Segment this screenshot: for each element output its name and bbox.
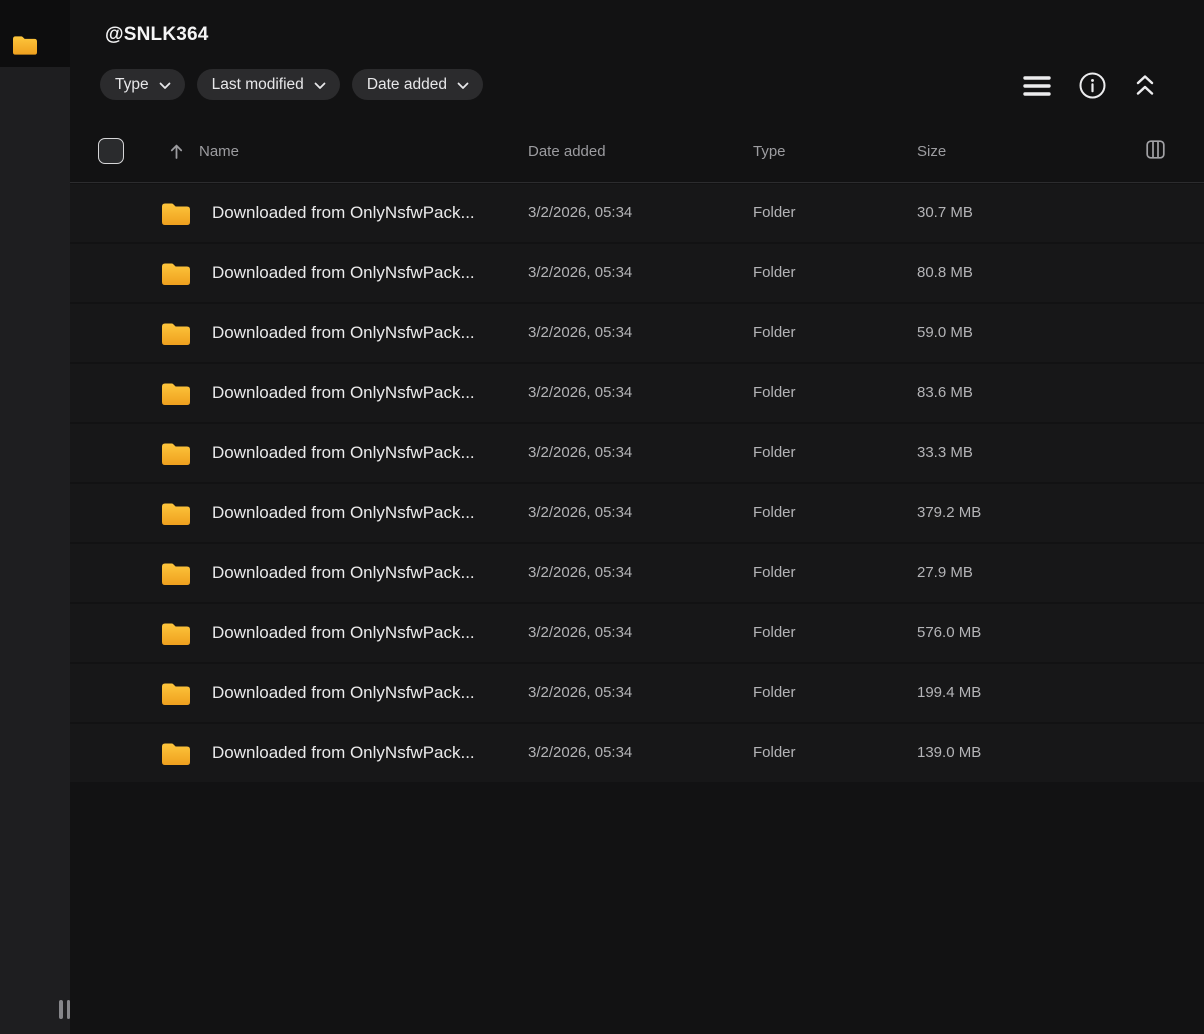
folder-icon	[162, 561, 190, 585]
file-type: Folder	[753, 744, 796, 761]
file-date-added: 3/2/2026, 05:34	[528, 564, 633, 581]
file-type: Folder	[753, 444, 796, 461]
header-actions	[1021, 70, 1158, 101]
file-date-added: 3/2/2026, 05:34	[528, 744, 633, 761]
file-name: Downloaded from OnlyNsfwPack...	[212, 383, 475, 402]
file-name: Downloaded from OnlyNsfwPack...	[212, 503, 475, 522]
file-row[interactable]: Downloaded from OnlyNsfwPack... 3/2/2026…	[70, 544, 1204, 602]
file-row[interactable]: Downloaded from OnlyNsfwPack... 3/2/2026…	[70, 184, 1204, 242]
file-row[interactable]: Downloaded from OnlyNsfwPack... 3/2/2026…	[70, 664, 1204, 722]
file-row[interactable]: Downloaded from OnlyNsfwPack... 3/2/2026…	[70, 304, 1204, 362]
chevron-down-icon	[314, 82, 326, 89]
main-content: @SNLK364 Type Last modified Date added N…	[70, 0, 1204, 1034]
arrow-up-icon	[170, 144, 183, 159]
sort-direction-button[interactable]	[167, 141, 186, 162]
folder-icon	[162, 501, 190, 525]
folder-icon	[162, 681, 190, 705]
file-date-added: 3/2/2026, 05:34	[528, 204, 633, 221]
select-all-checkbox[interactable]	[98, 138, 124, 164]
file-size: 59.0 MB	[917, 324, 973, 341]
file-type: Folder	[753, 684, 796, 701]
filter-chip-label: Type	[115, 75, 149, 93]
info-circle-icon	[1079, 72, 1106, 99]
column-header-date-added[interactable]: Date added	[528, 143, 606, 160]
file-date-added: 3/2/2026, 05:34	[528, 264, 633, 281]
file-row[interactable]: Downloaded from OnlyNsfwPack... 3/2/2026…	[70, 364, 1204, 422]
column-header-size[interactable]: Size	[917, 143, 946, 160]
info-button[interactable]	[1077, 70, 1108, 101]
file-type: Folder	[753, 384, 796, 401]
file-row[interactable]: Downloaded from OnlyNsfwPack... 3/2/2026…	[70, 424, 1204, 482]
double-chevron-up-icon	[1136, 75, 1154, 95]
folder-icon	[162, 321, 190, 345]
file-size: 33.3 MB	[917, 444, 973, 461]
file-name: Downloaded from OnlyNsfwPack...	[212, 203, 475, 222]
filter-chip-label: Last modified	[211, 75, 304, 93]
file-size: 379.2 MB	[917, 504, 982, 521]
file-list: Downloaded from OnlyNsfwPack... 3/2/2026…	[70, 184, 1204, 782]
chevron-down-icon	[457, 82, 469, 89]
file-name: Downloaded from OnlyNsfwPack...	[212, 563, 475, 582]
resize-grip-icon	[59, 1000, 63, 1019]
file-type: Folder	[753, 624, 796, 641]
filter-chip-last-modified[interactable]: Last modified	[196, 69, 340, 100]
file-type: Folder	[753, 564, 796, 581]
chevron-down-icon	[159, 82, 171, 89]
column-header-type[interactable]: Type	[753, 143, 786, 160]
file-size: 576.0 MB	[917, 624, 982, 641]
file-row[interactable]: Downloaded from OnlyNsfwPack... 3/2/2026…	[70, 724, 1204, 782]
file-type: Folder	[753, 204, 796, 221]
file-type: Folder	[753, 264, 796, 281]
file-type: Folder	[753, 504, 796, 521]
file-name: Downloaded from OnlyNsfwPack...	[212, 263, 475, 282]
sidebar-item-files[interactable]	[0, 0, 70, 67]
column-header-name[interactable]: Name	[199, 143, 239, 160]
file-size: 80.8 MB	[917, 264, 973, 281]
folder-icon	[162, 261, 190, 285]
file-date-added: 3/2/2026, 05:34	[528, 624, 633, 641]
file-row[interactable]: Downloaded from OnlyNsfwPack... 3/2/2026…	[70, 484, 1204, 542]
sidebar	[0, 0, 70, 1034]
page-title: @SNLK364	[105, 24, 209, 45]
file-size: 199.4 MB	[917, 684, 982, 701]
file-name: Downloaded from OnlyNsfwPack...	[212, 743, 475, 762]
folder-icon	[162, 381, 190, 405]
filter-chip-type[interactable]: Type	[100, 69, 185, 100]
filter-chip-date-added[interactable]: Date added	[351, 69, 483, 100]
file-name: Downloaded from OnlyNsfwPack...	[212, 683, 475, 702]
file-date-added: 3/2/2026, 05:34	[528, 684, 633, 701]
table-header: Name Date added Type Size	[70, 120, 1204, 183]
file-row[interactable]: Downloaded from OnlyNsfwPack... 3/2/2026…	[70, 244, 1204, 302]
list-view-button[interactable]	[1021, 71, 1053, 101]
file-size: 83.6 MB	[917, 384, 973, 401]
file-row[interactable]: Downloaded from OnlyNsfwPack... 3/2/2026…	[70, 604, 1204, 662]
columns-icon	[1146, 140, 1165, 159]
folder-icon	[162, 621, 190, 645]
file-date-added: 3/2/2026, 05:34	[528, 504, 633, 521]
file-size: 139.0 MB	[917, 744, 982, 761]
folder-icon	[162, 741, 190, 765]
file-date-added: 3/2/2026, 05:34	[528, 444, 633, 461]
file-type: Folder	[753, 324, 796, 341]
file-date-added: 3/2/2026, 05:34	[528, 324, 633, 341]
file-name: Downloaded from OnlyNsfwPack...	[212, 323, 475, 342]
file-size: 30.7 MB	[917, 204, 973, 221]
collapse-button[interactable]	[1132, 71, 1158, 100]
folder-icon	[162, 201, 190, 225]
file-name: Downloaded from OnlyNsfwPack...	[212, 623, 475, 642]
folder-icon	[13, 34, 37, 55]
file-name: Downloaded from OnlyNsfwPack...	[212, 443, 475, 462]
folder-icon	[162, 441, 190, 465]
file-date-added: 3/2/2026, 05:34	[528, 384, 633, 401]
filter-chip-label: Date added	[366, 75, 447, 93]
column-settings-button[interactable]	[1144, 138, 1167, 164]
list-lines-icon	[1023, 75, 1051, 96]
file-size: 27.9 MB	[917, 564, 973, 581]
